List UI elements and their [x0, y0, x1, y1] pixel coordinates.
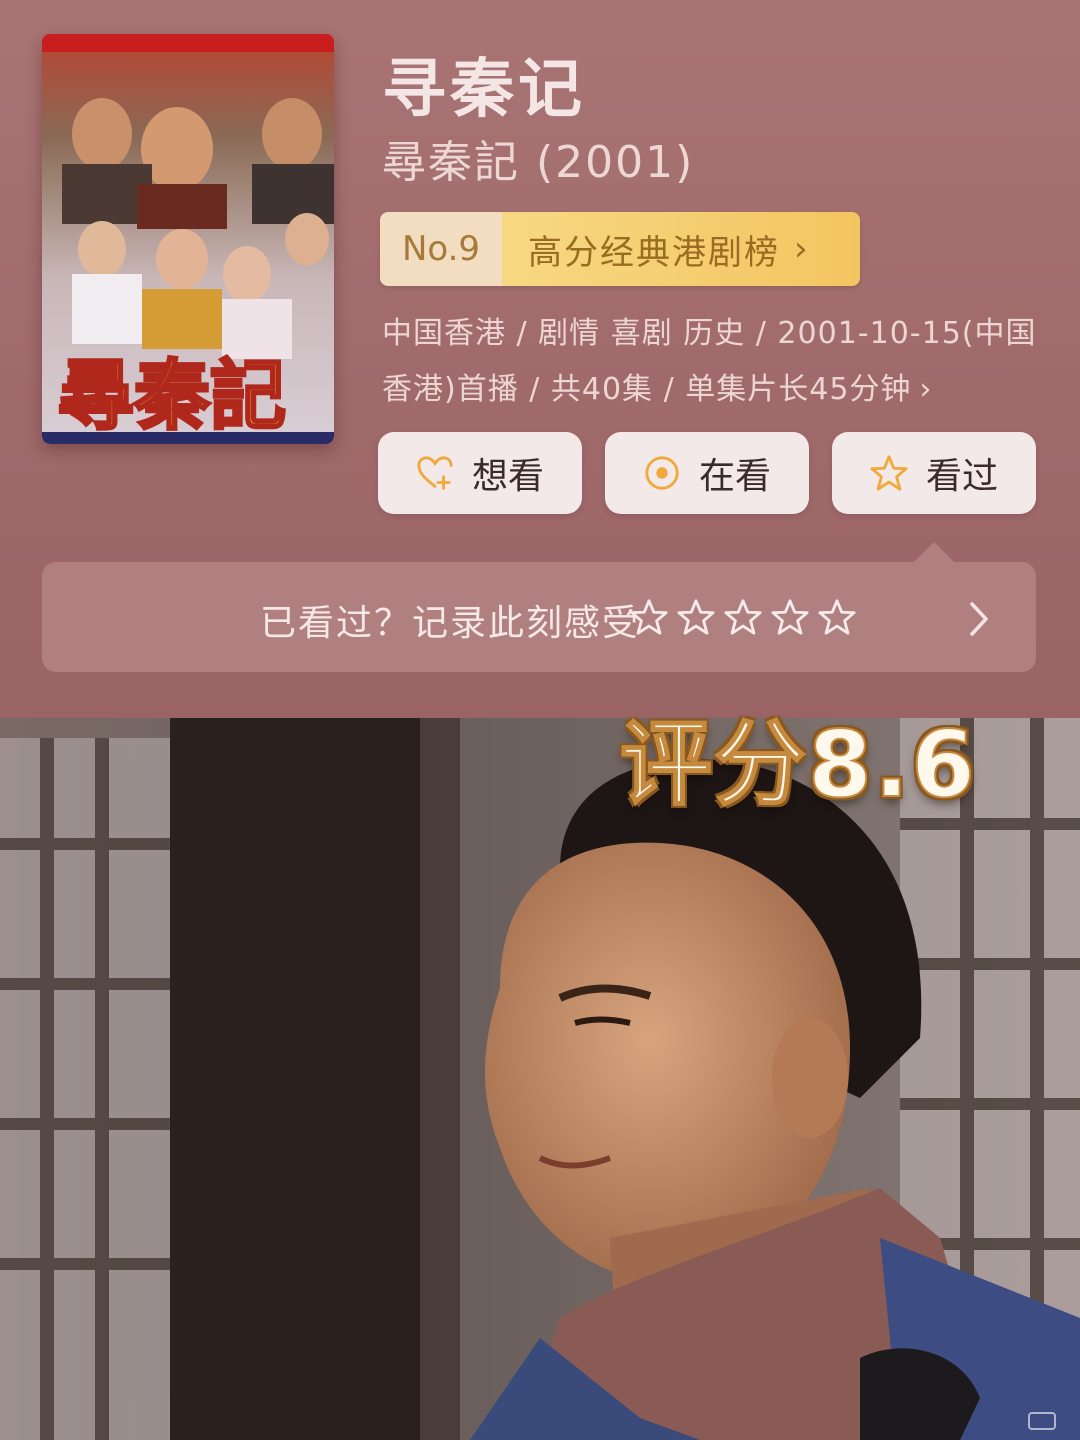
- rating-stars[interactable]: [630, 598, 865, 636]
- chevron-right-icon: ›: [919, 372, 933, 407]
- heart-plus-icon: [417, 456, 453, 490]
- star-outline-icon[interactable]: [677, 598, 715, 636]
- rank-list-name: 高分经典港剧榜: [528, 232, 780, 273]
- show-poster[interactable]: 尋秦記: [42, 34, 334, 444]
- show-title: 寻秦记: [382, 53, 586, 127]
- poster-image: 尋秦記: [42, 34, 334, 444]
- rank-list-link[interactable]: 高分经典港剧榜 ›: [502, 212, 860, 286]
- watched-label: 看过: [925, 456, 998, 497]
- star-outline-icon[interactable]: [630, 598, 668, 636]
- star-outline-icon[interactable]: [818, 598, 856, 636]
- show-info-panel: 尋秦記 寻秦记 尋秦記 (2001) No.9 高分经典港剧榜 › 中国香港 /…: [0, 0, 1080, 718]
- star-outline-icon[interactable]: [771, 598, 809, 636]
- watched-button[interactable]: 看过: [832, 432, 1036, 514]
- meta-line-2: 香港)首播 / 共40集 / 单集片长45分钟: [382, 372, 912, 407]
- rating-prompt-bar[interactable]: 已看过？记录此刻感受: [42, 562, 1036, 672]
- show-meta-info[interactable]: 中国香港 / 剧情 喜剧 历史 / 2001-10-15(中国 香港)首播 / …: [382, 306, 1042, 418]
- poster-title-art: 尋秦記: [58, 351, 286, 440]
- still-photo: [0, 718, 1080, 1440]
- watching-button[interactable]: 在看: [605, 432, 809, 514]
- watermark-icon: [1028, 1412, 1056, 1430]
- show-original-title: 尋秦記 (2001): [382, 137, 695, 188]
- rank-number: No.9: [380, 212, 502, 286]
- rating-prompt-text: 已看过？记录此刻感受: [260, 603, 641, 644]
- chevron-right-icon: ›: [794, 229, 810, 269]
- want-to-watch-label: 想看: [471, 456, 544, 497]
- star-outline-icon: [870, 455, 908, 491]
- meta-line-2-wrap: 香港)首播 / 共40集 / 单集片长45分钟 ›: [382, 362, 1042, 418]
- record-circle-icon: [645, 456, 679, 490]
- tooltip-pointer: [914, 542, 954, 562]
- meta-line-1: 中国香港 / 剧情 喜剧 历史 / 2001-10-15(中国: [382, 316, 1037, 351]
- show-still-image: [0, 718, 1080, 1440]
- score-overlay-text: 评分8.6: [619, 710, 977, 819]
- ranking-badge[interactable]: No.9 高分经典港剧榜 ›: [380, 212, 860, 286]
- want-to-watch-button[interactable]: 想看: [378, 432, 582, 514]
- star-outline-icon[interactable]: [724, 598, 762, 636]
- chevron-right-icon: [970, 602, 988, 636]
- watching-label: 在看: [698, 456, 771, 497]
